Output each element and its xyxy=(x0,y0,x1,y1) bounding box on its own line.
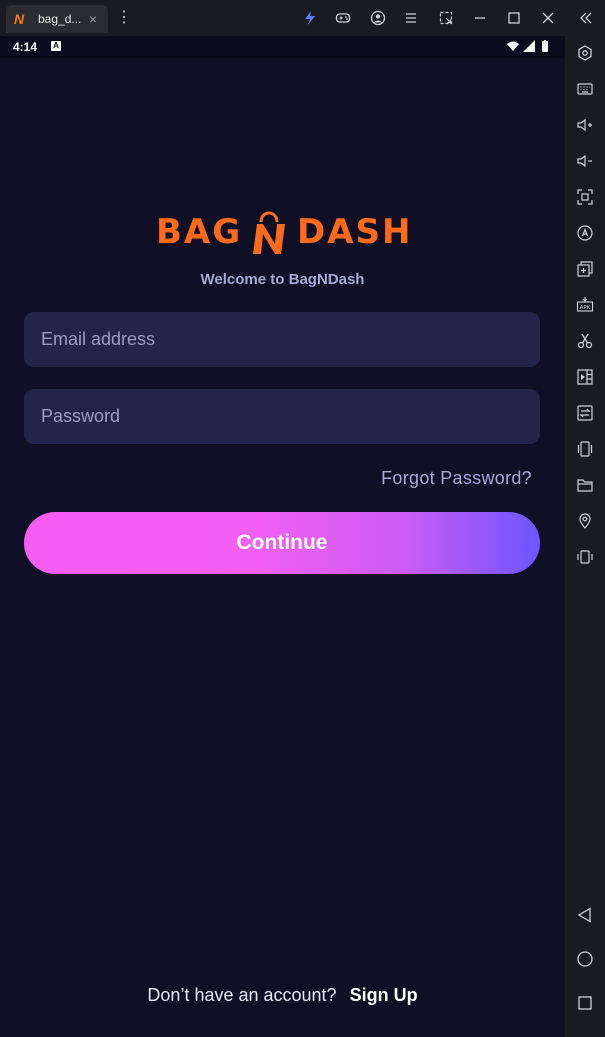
app-logo-icon: N xyxy=(14,11,25,27)
notification-badge: A xyxy=(51,41,61,51)
media-icon[interactable] xyxy=(576,368,594,386)
signup-row: Don’t have an account? Sign Up xyxy=(0,985,565,1006)
rotate-a-icon[interactable] xyxy=(576,224,594,242)
signal-icon xyxy=(523,40,535,52)
bagndash-logo: BAG DASH xyxy=(150,206,415,262)
apk-icon[interactable]: APK xyxy=(576,296,594,314)
more-options-icon[interactable]: ⋮ xyxy=(116,9,132,27)
keyboard-icon[interactable] xyxy=(576,80,594,98)
recents-icon[interactable] xyxy=(576,994,594,1012)
password-field[interactable] xyxy=(24,389,540,444)
login-screen: BAG DASH Welcome to BagNDash Forgot Pass… xyxy=(0,58,565,1037)
forgot-password-link[interactable]: Forgot Password? xyxy=(381,468,532,489)
status-time: 4:14 xyxy=(13,40,38,54)
sync-icon[interactable] xyxy=(576,404,594,422)
continue-button[interactable]: Continue xyxy=(24,512,540,574)
location-icon[interactable] xyxy=(576,512,594,530)
close-icon[interactable] xyxy=(539,9,557,27)
menu-icon[interactable] xyxy=(402,9,420,27)
logo-text-bag: BAG xyxy=(156,212,243,252)
shake-icon[interactable] xyxy=(576,440,594,458)
svg-text:APK: APK xyxy=(580,305,591,311)
home-icon[interactable] xyxy=(576,950,594,968)
status-bar: 4:14 A xyxy=(0,36,565,58)
emulator-titlebar: N bag_d... × ⋮ xyxy=(0,0,605,36)
battery-icon xyxy=(542,40,548,52)
wifi-icon xyxy=(507,41,519,51)
volume-up-icon[interactable] xyxy=(576,116,594,134)
welcome-text: Welcome to BagNDash xyxy=(200,271,365,288)
scissors-icon[interactable] xyxy=(576,332,594,350)
signup-question: Don’t have an account? xyxy=(147,985,337,1005)
settings-hex-icon[interactable] xyxy=(576,44,594,62)
bag-n-logo-icon xyxy=(253,211,285,254)
minimize-icon[interactable] xyxy=(471,9,489,27)
screenshot-icon[interactable] xyxy=(576,188,594,206)
expand-icon[interactable] xyxy=(437,9,455,27)
bolt-icon[interactable] xyxy=(301,9,319,27)
back-icon[interactable] xyxy=(576,906,594,924)
account-icon[interactable] xyxy=(369,9,387,27)
logo-text-dash: DASH xyxy=(297,212,413,252)
signup-link[interactable]: Sign Up xyxy=(350,985,418,1005)
email-field[interactable] xyxy=(24,312,540,367)
collapse-sidebar-icon[interactable] xyxy=(577,9,595,27)
status-icons xyxy=(507,40,551,52)
emulator-window: N bag_d... × ⋮ 4:14 A APK BAG DASH Welco… xyxy=(0,0,605,1037)
app-tab[interactable]: N bag_d... × xyxy=(6,5,108,33)
volume-down-icon[interactable] xyxy=(576,152,594,170)
multi-instance-icon[interactable] xyxy=(576,260,594,278)
tab-close-icon[interactable]: × xyxy=(86,11,100,27)
emulator-sidebar: APK xyxy=(565,36,605,1037)
rotate-screen-icon[interactable] xyxy=(576,548,594,566)
folder-icon[interactable] xyxy=(576,476,594,494)
gamepad-icon[interactable] xyxy=(334,9,352,27)
tab-title: bag_d... xyxy=(38,12,82,26)
maximize-icon[interactable] xyxy=(505,9,523,27)
